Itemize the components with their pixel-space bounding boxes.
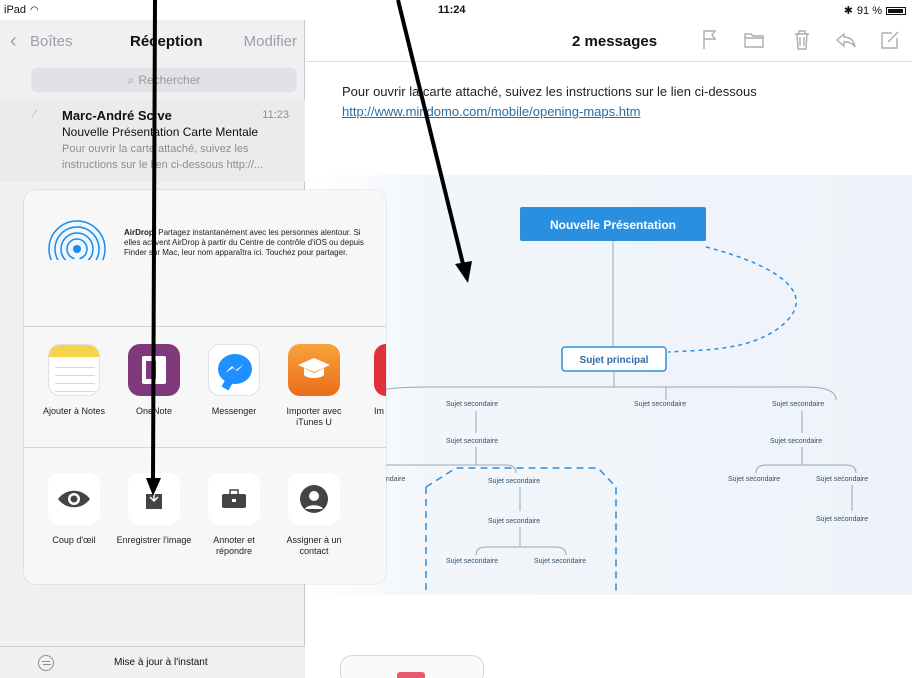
update-status: Mise à jour à l'instant [114,657,208,668]
mindmap-diagram: Nouvelle Présentation Sujet principal Su… [355,207,868,593]
share-app-label: Ajouter à Notes [42,406,106,416]
mindmap-secondary-8: Sujet secondaire [446,558,498,565]
airdrop-row[interactable]: AirDrop. Partagez instantanément avec le… [24,190,386,327]
folder-icon[interactable] [742,28,766,52]
edit-button[interactable]: Modifier [244,33,297,50]
share-sheet: AirDrop. Partagez instantanément avec le… [24,190,386,584]
contact-icon [288,473,340,525]
share-app-messenger[interactable]: Messenger [194,344,274,417]
device-label: iPad [4,4,27,16]
screen: iPad ◠ 11:24 ✱ 91 % ‹ Boîtes Réception M… [0,0,912,678]
attachment-icon: ∕ [34,108,36,120]
mindmap-secondary-1: Sujet secondaire [446,401,498,408]
search-icon: ⌕ [127,72,135,87]
battery-percent: 91 % [856,4,882,17]
mail-time: 11:23 [262,109,289,121]
trash-icon[interactable] [790,28,814,52]
list-item[interactable]: ∕ Marc-André Scive 11:23 Nouvelle Présen… [0,100,305,182]
message-count-title: 2 messages [572,33,658,50]
back-button[interactable]: Boîtes [30,33,73,50]
mindmap-secondary-6: Sujet secondaire [488,478,540,485]
share-app-onenote[interactable]: OneNote [114,344,194,417]
mailbox-navbar: ‹ Boîtes Réception Modifier [0,20,305,62]
notes-icon [48,344,100,396]
partial-app-icon [374,344,386,396]
action-label: Annoter et répondre [213,535,255,556]
filter-icon[interactable] [38,655,54,671]
share-app-label: Messenger [211,406,257,416]
mindmap-secondary-11: Sujet secondaire [816,476,868,483]
status-right: ✱ 91 % [844,4,906,17]
mindmap-secondary-7: Sujet secondaire [488,518,540,525]
airdrop-title: AirDrop [124,228,154,237]
share-app-itunes-u[interactable]: Importer avec iTunes U [274,344,354,428]
share-app-partial[interactable]: Im [354,344,386,417]
mindmap-relation-line [667,246,797,353]
mindmap-secondary-5: Sujet secondaire [770,438,822,445]
share-app-label: Importer avec iTunes U [286,406,342,427]
onenote-icon [128,344,180,396]
mailbox-bottom-bar: Mise à jour à l'instant [0,646,305,678]
mindmap-secondary-3: Sujet secondaire [772,401,824,408]
compose-icon[interactable] [878,28,902,52]
share-app-notes[interactable]: Ajouter à Notes [34,344,114,417]
airdrop-icon [48,220,106,278]
clock: 11:24 [438,4,466,16]
mindmap-secondary-4: Sujet secondaire [446,438,498,445]
action-save-image[interactable]: Enregistrer l'image [114,473,194,546]
search-placeholder: Rechercher [138,73,201,87]
action-label: Coup d'œil [52,535,96,545]
action-label: Assigner à un contact [286,535,342,556]
airdrop-description: AirDrop. Partagez instantanément avec le… [124,228,370,258]
message-body: Pour ouvrir la carte attaché, suivez les… [342,84,757,99]
message-navbar: 2 messages [306,20,912,62]
status-bar: iPad ◠ 11:24 ✱ 91 % [0,0,912,20]
airdrop-body: . Partagez instantanément avec les perso… [124,228,364,257]
action-quick-look[interactable]: Coup d'œil [34,473,114,546]
share-apps-row: Ajouter à Notes OneNote Messenger Import… [24,328,386,448]
reply-icon[interactable] [834,28,858,52]
battery-icon [886,6,906,15]
mindmap-secondary-12: Sujet secondaire [816,516,868,523]
share-app-label: OneNote [135,406,173,416]
mail-subject: Nouvelle Présentation Carte Mentale [62,125,259,139]
share-actions-row: Coup d'œil Enregistrer l'image Annoter e… [24,449,386,584]
mindmap-attachment[interactable]: Nouvelle Présentation Sujet principal Su… [306,175,912,595]
chevron-left-icon[interactable]: ‹ [10,30,17,53]
mindmap-secondary-2: Sujet secondaire [634,401,686,408]
mindmap-main-label: Sujet principal [580,355,649,366]
status-left: iPad ◠ [4,4,39,16]
mail-preview: Pour ouvrir la carte attaché, suivez les… [62,143,264,171]
mindmap-secondary-9: Sujet secondaire [534,558,586,565]
save-image-icon [128,473,180,525]
search-input[interactable]: ⌕ Rechercher [31,68,297,92]
wifi-icon: ◠ [30,4,39,16]
action-label: Enregistrer l'image [116,535,192,545]
messenger-icon [208,344,260,396]
itunes-u-icon [288,344,340,396]
mindmap-root-label: Nouvelle Présentation [550,218,676,232]
bluetooth-icon: ✱ [843,5,853,17]
action-assign-contact[interactable]: Assigner à un contact [274,473,354,557]
share-app-label: Im [374,406,384,416]
toolbox-icon [208,473,260,525]
mailbox-title: Réception [130,33,203,50]
action-annotate-reply[interactable]: Annoter et répondre [194,473,274,557]
mindmap-secondary-10: Sujet secondaire [728,476,780,483]
mail-sender: Marc-André Scive [62,108,172,123]
eye-icon [48,473,100,525]
attachment-card[interactable] [340,655,484,678]
mindmap-boundary [425,467,617,593]
flag-icon[interactable] [698,28,722,52]
message-link[interactable]: http://www.mindomo.com/mobile/opening-ma… [342,104,640,119]
